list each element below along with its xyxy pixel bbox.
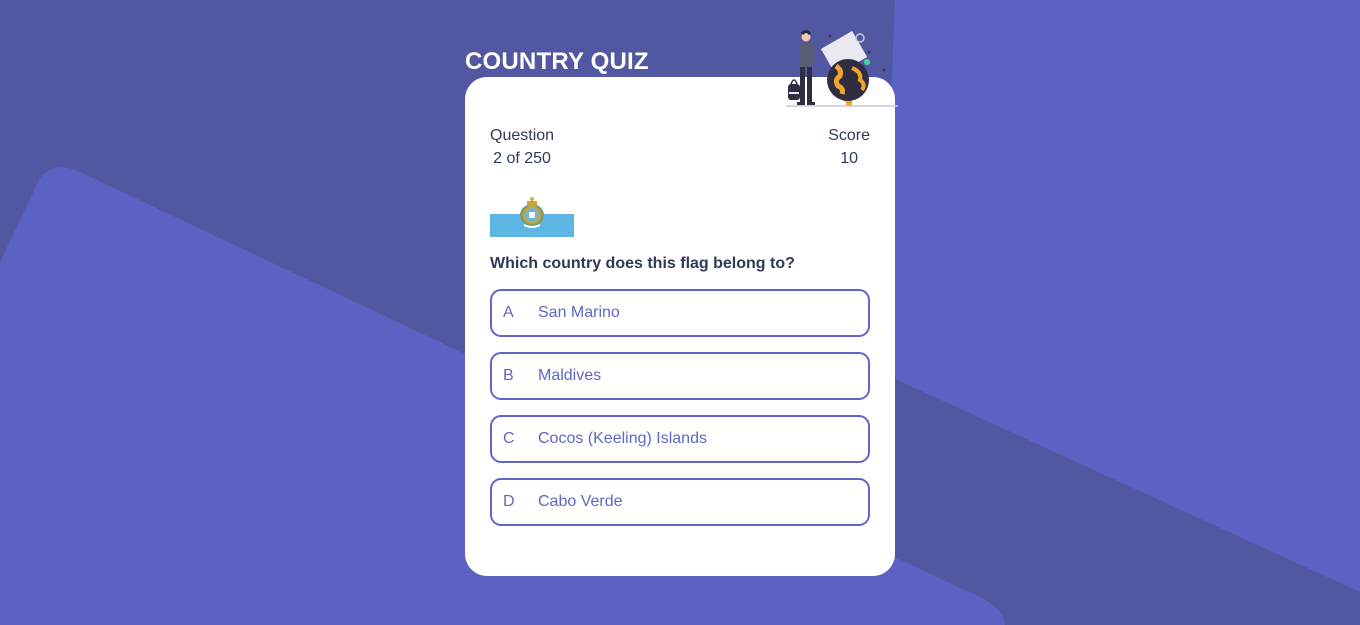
option-letter: B (503, 367, 514, 384)
answer-option-b[interactable]: B Maldives (490, 352, 870, 400)
option-text: Cabo Verde (538, 493, 623, 510)
option-text: Maldives (538, 367, 602, 384)
answer-option-d[interactable]: D Cabo Verde (490, 478, 870, 526)
question-counter: Question 2 of 250 (490, 124, 554, 170)
answer-option-c[interactable]: C Cocos (Keeling) Islands (490, 415, 870, 463)
traveler-with-globe-icon (786, 30, 898, 107)
option-letter: C (503, 430, 515, 447)
score-value: 10 (840, 150, 858, 167)
option-text: San Marino (538, 304, 620, 321)
question-value: 2 of 250 (493, 150, 551, 167)
option-text: Cocos (Keeling) Islands (538, 430, 707, 447)
question-prompt: Which country does this flag belong to? (490, 255, 795, 272)
page-title: COUNTRY QUIZ (465, 48, 649, 75)
option-letter: A (503, 304, 514, 321)
quiz-card: Question 2 of 250 Score 10 Which country… (465, 77, 895, 576)
score-label: Score (828, 127, 870, 144)
answer-option-a[interactable]: A San Marino (490, 289, 870, 337)
san-marino-flag-icon (490, 191, 574, 237)
question-label: Question (490, 127, 555, 144)
score-counter: Score 10 (828, 124, 870, 170)
option-letter: D (503, 493, 515, 510)
